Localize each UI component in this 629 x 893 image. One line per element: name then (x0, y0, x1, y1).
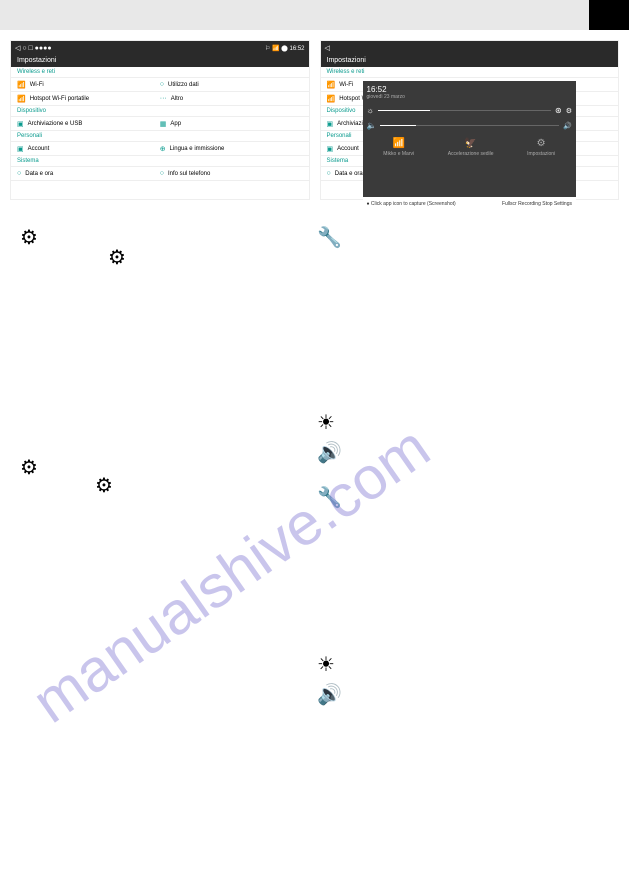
info-label: Info sul telefono (168, 171, 210, 177)
volume-low-icon: 🔈 (367, 121, 377, 130)
top-bar (0, 0, 629, 30)
status-bar-2: ◁ (321, 41, 619, 55)
gear-icon-1: ⚙ (20, 225, 38, 250)
row-hotspot[interactable]: 📶 Hotspot Wi-Fi portatile ··· Altro (11, 92, 309, 106)
data-label: Utilizzo dati (168, 82, 199, 88)
wifi-icon: 📶 (17, 81, 26, 89)
more-label: Altro (171, 96, 183, 102)
settings-body: Wireless e reti 📶 Wi-Fi ○ Utilizzo dati 📶 H… (11, 67, 309, 181)
brightness-icon-2: ☀ (317, 652, 335, 677)
section-device: Dispositivo (11, 106, 309, 117)
screenshot-settings: ◁ ○ □ ●●●● ⚐ 📶 ⬤ 16:52 Impostazioni Wire… (10, 40, 310, 200)
nav-back-icon: ◁ (325, 44, 330, 52)
settings-toggle-icon: ⚙ (527, 138, 555, 149)
sound-icon-1: 🔊 (317, 440, 342, 465)
volume-icon: 🔊 (563, 122, 572, 130)
gear-icon-3: ⚙ (20, 455, 38, 480)
storage-label: Archiviazione e USB (28, 121, 83, 127)
screenshots-row: ◁ ○ □ ●●●● ⚐ 📶 ⬤ 16:52 Impostazioni Wire… (0, 40, 629, 200)
settings-title-2: Impostazioni (321, 55, 619, 67)
watermark-text: manualshive.com (20, 412, 442, 736)
account-icon: ▣ (17, 145, 24, 153)
row-storage[interactable]: ▣ Archiviazione e USB ▦App (11, 117, 309, 131)
wifi-label: Wi-Fi (30, 82, 44, 88)
nav-icons: ◁ ○ □ ●●●● (15, 44, 52, 52)
settings-title: Impostazioni (11, 55, 309, 67)
storage-icon: ▣ (17, 120, 24, 128)
more-icon: ··· (160, 95, 167, 102)
panel-date: giovedì 23 marzo (367, 94, 573, 100)
quick-seat[interactable]: 🦅Accelerazione sedile (448, 138, 494, 157)
wifi-toggle-icon: 📶 (383, 138, 414, 149)
brightness-slider[interactable] (378, 110, 551, 111)
account-label: Account (28, 146, 50, 152)
lang-icon: ⊕ (160, 145, 166, 153)
section-system: Sistema (11, 156, 309, 167)
status-bar: ◁ ○ □ ●●●● ⚐ 📶 ⬤ 16:52 (11, 41, 309, 55)
gear-icon-2: ⚙ (108, 245, 126, 270)
lang-label: Lingua e immissione (170, 146, 225, 152)
app-label: App (170, 121, 181, 127)
panel-footer: ● Click app icon to capture (Screenshot)… (363, 197, 577, 211)
quick-toggles: 📶Mikko e Marvi 🦅Accelerazione sedile ⚙Im… (367, 138, 573, 157)
row-date[interactable]: ○ Data e ora ○ Info sul telefono (11, 167, 309, 181)
quick-settings-panel: 16:52 giovedì 23 marzo ☼ ⊛ ⚙ 🔈 🔊 📶Mikko … (363, 81, 577, 211)
app-icon: ▦ (160, 120, 167, 128)
data-icon: ○ (160, 81, 164, 88)
brightness-icon-1: ☀ (317, 410, 335, 435)
hotspot-label: Hotspot Wi-Fi portatile (30, 96, 89, 102)
seat-icon: 🦅 (448, 138, 494, 149)
quick-settings[interactable]: ⚙Impostazioni (527, 138, 555, 157)
volume-slider[interactable] (380, 125, 559, 126)
row-account[interactable]: ▣ Account ⊕ Lingua e immissione (11, 142, 309, 156)
section-wireless: Wireless e reti (11, 67, 309, 78)
date-icon: ○ (17, 170, 21, 177)
black-corner (589, 0, 629, 30)
section-personal: Personali (11, 131, 309, 142)
row-wifi[interactable]: 📶 Wi-Fi ○ Utilizzo dati (11, 78, 309, 92)
quick-wifi[interactable]: 📶Mikko e Marvi (383, 138, 414, 157)
wrench-icon-2: 🔧 (317, 485, 342, 510)
brightness-low-icon: ☼ (367, 106, 374, 115)
sound-icon-2: 🔊 (317, 682, 342, 707)
auto-brightness-icon[interactable]: ⊛ (555, 106, 562, 115)
gear-icon-4: ⚙ (95, 473, 113, 498)
panel-time: 16:52 (367, 85, 573, 94)
screenshot-quicksettings: ◁ Impostazioni Wireless e reti 📶Wi-Fi 📶H… (320, 40, 620, 200)
brightness-slider-row[interactable]: ☼ ⊛ ⚙ (367, 106, 573, 115)
volume-slider-row[interactable]: 🔈 🔊 (367, 121, 573, 130)
section-wireless-2: Wireless e reti (321, 67, 619, 78)
info-icon: ○ (160, 170, 164, 177)
footer-controls[interactable]: Fullscr Recording Stop Settings (502, 201, 572, 207)
date-label: Data e ora (25, 171, 53, 177)
wrench-icon-1: 🔧 (317, 225, 342, 250)
footer-hint: ● Click app icon to capture (Screenshot) (367, 201, 456, 207)
hotspot-icon: 📶 (17, 95, 26, 103)
status-right: ⚐ 📶 ⬤ 16:52 (265, 45, 305, 52)
brightness-settings-icon[interactable]: ⚙ (566, 107, 572, 115)
